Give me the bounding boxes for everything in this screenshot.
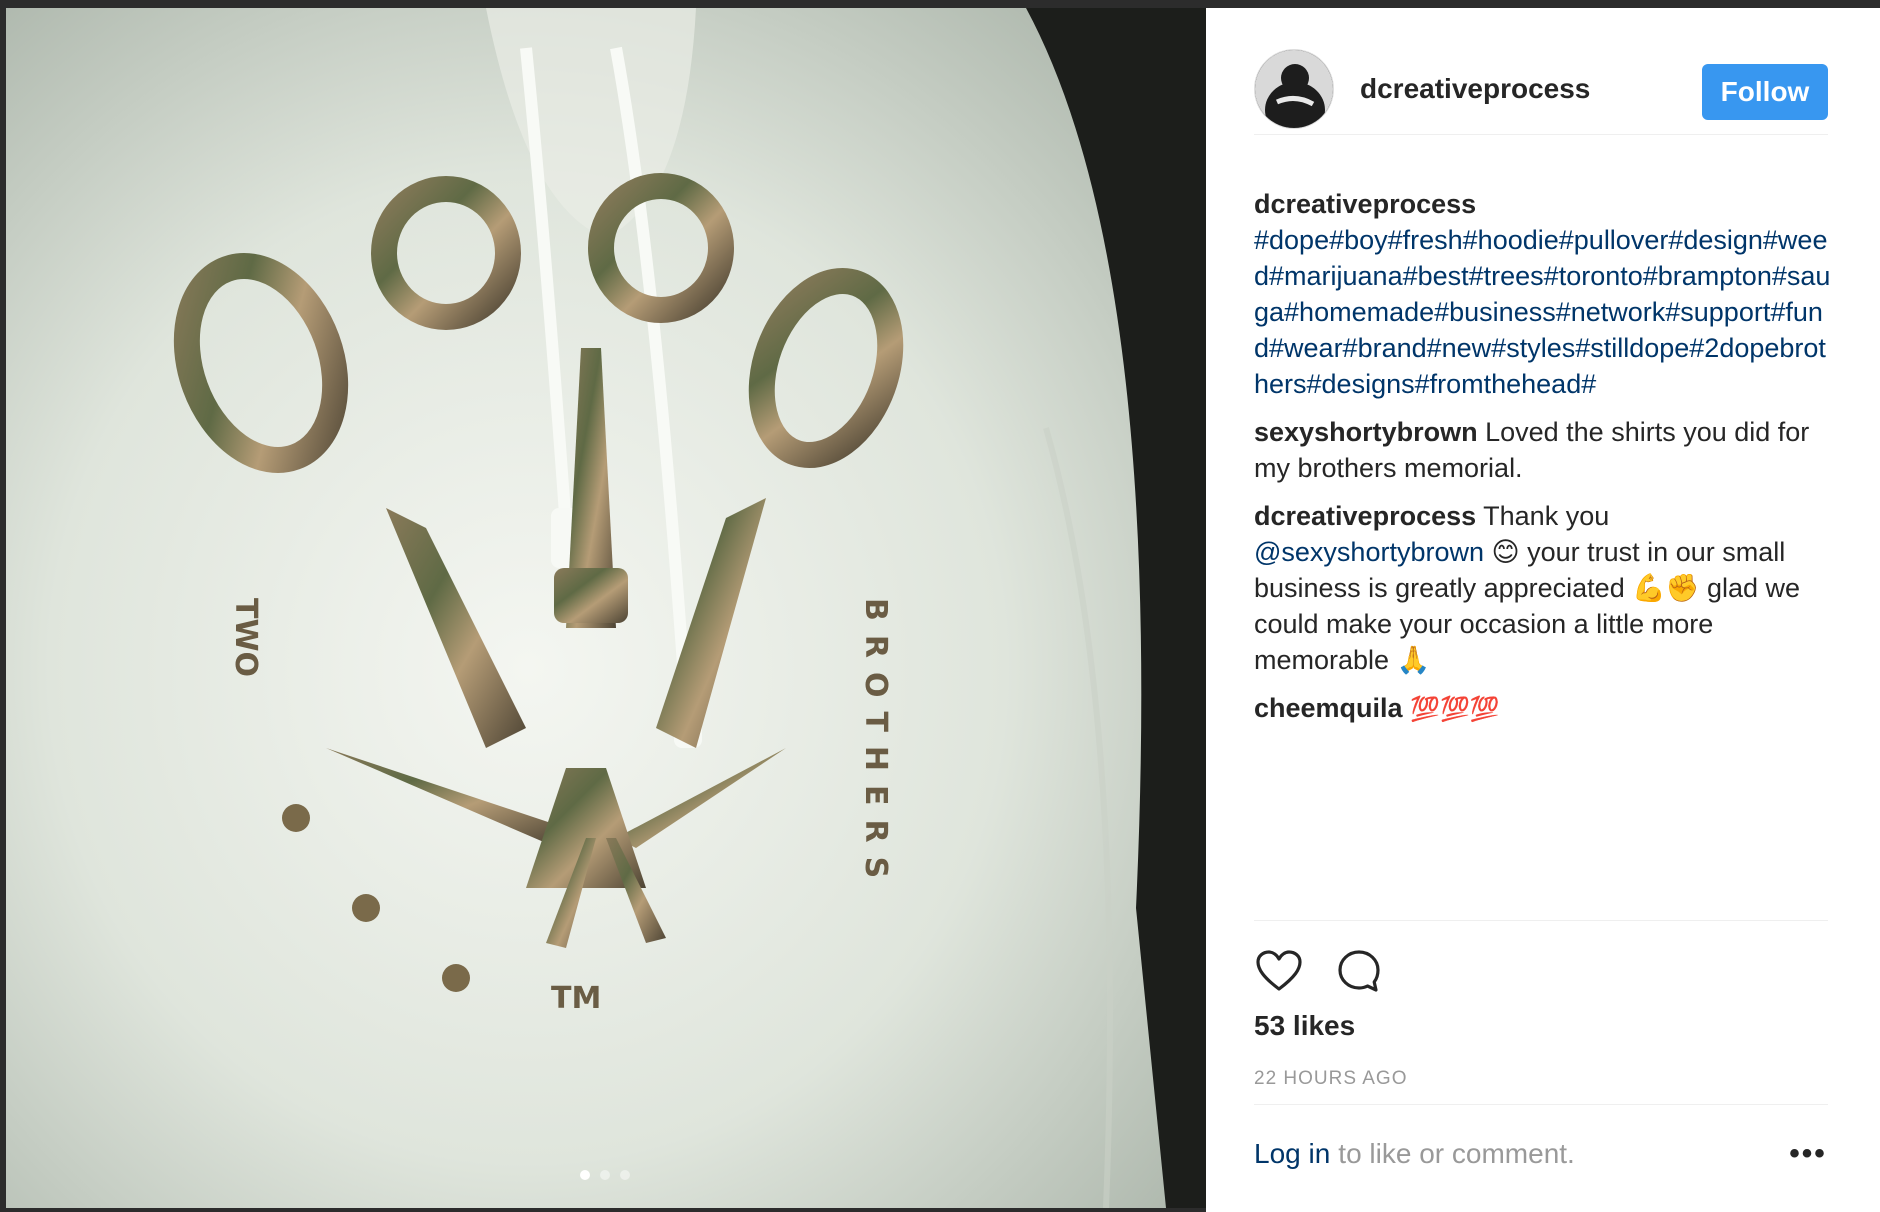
- login-link[interactable]: Log in: [1254, 1138, 1330, 1170]
- comment-1: sexyshortybrown Loved the shirts you did…: [1254, 414, 1834, 486]
- avatar[interactable]: [1254, 49, 1334, 129]
- caption-hashtags[interactable]: #dope#boy#fresh#hoodie#pullover#design#w…: [1254, 225, 1830, 399]
- hoodie-image: TWO BROTHERS TM: [6, 8, 1206, 1208]
- window-frame: TWO BROTHERS TM dcreativeprocess Follow: [0, 0, 1880, 1212]
- follow-button[interactable]: Follow: [1702, 64, 1828, 120]
- post-timestamp: 22 HOURS AGO: [1254, 1068, 1408, 1089]
- comment-3-text: 💯💯💯: [1410, 695, 1500, 723]
- comment-1-username[interactable]: sexyshortybrown: [1254, 417, 1478, 447]
- comment-2-username[interactable]: dcreativeprocess: [1254, 501, 1476, 531]
- owner-username[interactable]: dcreativeprocess: [1360, 73, 1590, 105]
- caption: dcreativeprocess #dope#boy#fresh#hoodie#…: [1254, 186, 1834, 402]
- footer-divider: [1254, 1104, 1828, 1105]
- post-side-panel: dcreativeprocess Follow dcreativeprocess…: [1206, 8, 1880, 1212]
- post-photo[interactable]: TWO BROTHERS TM: [6, 8, 1206, 1208]
- caption-username[interactable]: dcreativeprocess: [1254, 189, 1476, 219]
- photo-bottom-mark: TM: [551, 981, 601, 1016]
- comment-2-text-before: Thank you: [1483, 501, 1610, 531]
- photo-left-word: TWO: [228, 598, 263, 677]
- photo-right-word: BROTHERS: [858, 598, 893, 892]
- action-bar: [1254, 946, 1384, 996]
- comments-list: dcreativeprocess #dope#boy#fresh#hoodie#…: [1254, 186, 1834, 739]
- carousel-dot-3[interactable]: [620, 1170, 630, 1180]
- carousel-dot-1[interactable]: [580, 1170, 590, 1180]
- comment-2-mention[interactable]: @sexyshortybrown: [1254, 537, 1484, 567]
- carousel-dot-2[interactable]: [600, 1170, 610, 1180]
- login-prompt-text: to like or comment.: [1338, 1138, 1575, 1169]
- actions-divider: [1254, 920, 1828, 921]
- comment-bubble-icon[interactable]: [1334, 946, 1384, 996]
- heart-outline-icon[interactable]: [1254, 946, 1304, 996]
- login-prompt: Log in to like or comment. •••: [1254, 1137, 1828, 1170]
- comment-2: dcreativeprocess Thank you @sexyshortybr…: [1254, 498, 1834, 678]
- carousel-indicator: [580, 1170, 630, 1180]
- more-options-icon[interactable]: •••: [1788, 1137, 1828, 1170]
- comment-3-username[interactable]: cheemquila: [1254, 693, 1403, 723]
- header-divider: [1254, 134, 1828, 135]
- post-header: dcreativeprocess Follow: [1254, 44, 1828, 134]
- likes-count[interactable]: 53 likes: [1254, 1010, 1355, 1042]
- comment-3: cheemquila 💯💯💯: [1254, 690, 1834, 727]
